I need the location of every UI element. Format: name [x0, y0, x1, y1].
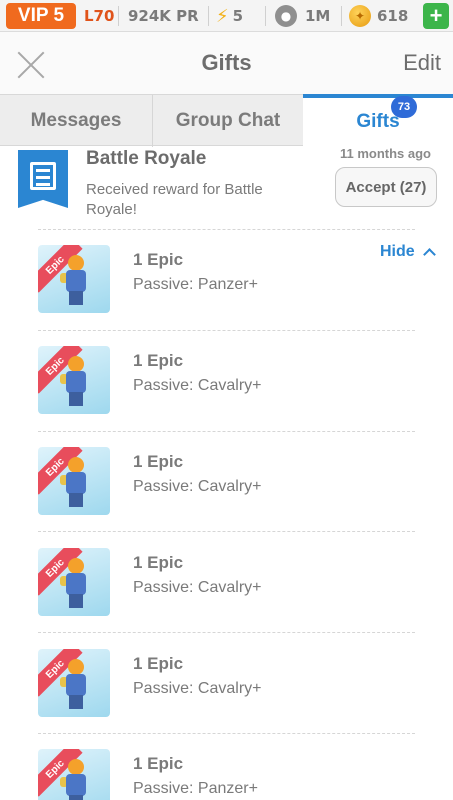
divider — [38, 330, 415, 331]
hero-figure-icon — [60, 457, 88, 509]
food-value: 1M — [305, 7, 331, 25]
hero-thumbnail: Epic — [38, 346, 110, 414]
item-subtitle: Passive: Cavalry+ — [133, 478, 262, 495]
divider — [38, 431, 415, 432]
status-divider — [341, 6, 342, 26]
item-title: 1 Epic — [133, 452, 184, 471]
status-divider — [118, 6, 119, 26]
hero-thumbnail: Epic — [38, 245, 110, 313]
gift-timestamp: 11 months ago — [339, 146, 431, 161]
calendar-banner-icon — [18, 150, 68, 208]
divider — [38, 733, 415, 734]
list-item: Epic 1 Epic Passive: Cavalry+ — [0, 638, 453, 738]
list-item: Epic 1 Epic Passive: Panzer+ — [0, 234, 453, 334]
gold-value: 618 — [377, 7, 409, 25]
item-title: 1 Epic — [133, 553, 184, 572]
status-divider — [208, 6, 209, 26]
hero-figure-icon — [60, 659, 88, 711]
nav-bar: Gifts Edit — [0, 32, 453, 94]
item-title: 1 Epic — [133, 351, 184, 370]
energy-counter[interactable]: ⚡ 5 — [216, 0, 243, 32]
item-title: 1 Epic — [133, 250, 184, 269]
gold-coin-icon: ✦ — [349, 5, 371, 27]
divider — [38, 229, 415, 230]
tab-messages[interactable]: Messages — [0, 95, 152, 147]
list-item: Epic 1 Epic Passive: Cavalry+ — [0, 335, 453, 435]
edit-button[interactable]: Edit — [403, 50, 441, 76]
list-item: Epic 1 Epic Passive: Cavalry+ — [0, 537, 453, 637]
gift-description: Received reward for Battle Royale! — [86, 181, 263, 218]
divider — [38, 632, 415, 633]
plus-icon[interactable]: + — [423, 3, 449, 29]
hero-figure-icon — [60, 356, 88, 408]
item-title: 1 Epic — [133, 654, 184, 673]
status-bar: VIP 5 L70 924K PR ⚡ 5 ● 1M ✦ 618 + — [0, 0, 453, 32]
accept-button[interactable]: Accept (27) — [335, 167, 437, 207]
item-title: 1 Epic — [133, 754, 184, 773]
item-subtitle: Passive: Panzer+ — [133, 780, 258, 797]
gift-group-title: Battle Royale — [86, 148, 207, 169]
page-title: Gifts — [201, 50, 252, 75]
lightning-icon: ⚡ — [216, 5, 229, 27]
gift-group-header: Battle Royale 11 months ago Received rew… — [0, 146, 453, 230]
energy-value: 5 — [232, 7, 244, 25]
hero-figure-icon — [60, 759, 88, 800]
power-value: 924K PR — [128, 7, 199, 25]
hero-figure-icon — [60, 255, 88, 307]
food-counter[interactable]: ● 1M — [275, 0, 330, 32]
item-subtitle: Passive: Cavalry+ — [133, 377, 262, 394]
tab-gifts[interactable]: Gifts — [303, 94, 453, 146]
hero-thumbnail: Epic — [38, 447, 110, 515]
list-item: Epic 1 Epic Passive: Cavalry+ — [0, 436, 453, 536]
item-subtitle: Passive: Panzer+ — [133, 276, 258, 293]
divider — [38, 531, 415, 532]
level-label: L70 — [84, 7, 115, 25]
paw-icon: ● — [275, 5, 297, 27]
item-subtitle: Passive: Cavalry+ — [133, 680, 262, 697]
status-divider — [265, 6, 266, 26]
item-subtitle: Passive: Cavalry+ — [133, 579, 262, 596]
vip-badge[interactable]: VIP 5 — [6, 3, 76, 29]
tab-group-chat[interactable]: Group Chat — [152, 95, 303, 147]
gold-counter[interactable]: ✦ 618 — [349, 0, 408, 32]
hero-figure-icon — [60, 558, 88, 610]
hero-thumbnail: Epic — [38, 749, 110, 800]
hero-thumbnail: Epic — [38, 548, 110, 616]
hero-thumbnail: Epic — [38, 649, 110, 717]
gifts-count-badge: 73 — [391, 96, 417, 118]
tab-bar: Messages Group Chat Gifts — [0, 94, 453, 147]
list-item: Epic 1 Epic Passive: Panzer+ — [0, 738, 453, 800]
